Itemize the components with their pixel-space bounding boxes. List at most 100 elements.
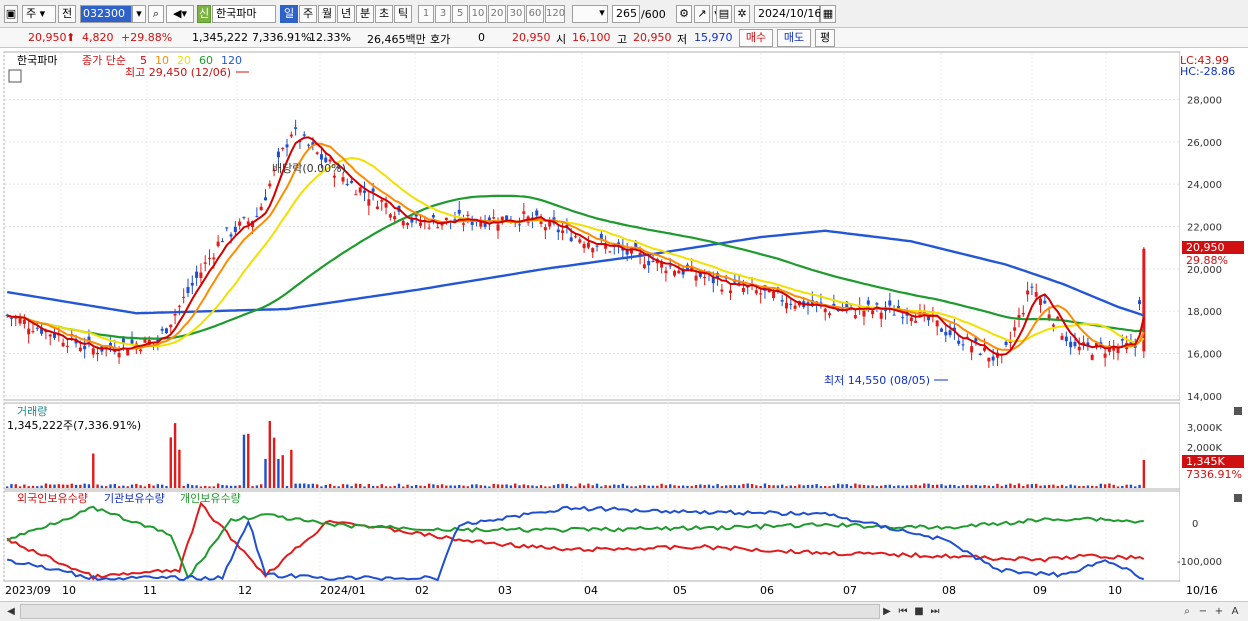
candle-body [255,215,259,217]
sell-button[interactable]: 매도 [777,29,811,47]
period-3[interactable]: 년 [337,5,355,23]
candle-body [9,317,13,319]
save-icon[interactable]: ▤ [716,5,732,23]
interval-dropdown-icon[interactable]: ▾ [596,5,608,23]
volume-bar [31,485,35,488]
period-1[interactable]: 주 [299,5,317,23]
buy-button[interactable]: 매수 [739,29,773,47]
volume-panel-close-icon[interactable] [1234,407,1242,415]
interval-1[interactable]: 1 [418,5,434,23]
candle-body [1026,290,1030,295]
volume-bar [148,483,151,488]
scroll-right-icon[interactable]: ▶ [880,604,894,619]
date-input[interactable]: 2024/10/16 [754,5,821,23]
gear-icon[interactable]: ✲ [734,5,750,23]
volume-bar [720,486,724,488]
table-icon[interactable] [8,69,22,83]
period-5[interactable]: 초 [375,5,393,23]
sound-icon[interactable]: ◀▾ [166,5,194,23]
volume-bar [772,485,775,488]
font-size-icon[interactable]: A [1228,604,1242,619]
chart-settings-icon[interactable]: ⚙ [676,5,692,23]
volume-bar [824,485,827,488]
candle-body [18,318,22,324]
candle-body [212,257,216,260]
min-label: 최저 14,550 (08/05) [824,374,930,387]
volume-bar [66,484,69,488]
volume-bar [514,483,517,488]
count-total: /600 [641,8,666,21]
interval-20[interactable]: 20 [488,5,506,23]
stock-name-field[interactable]: 한국파마 [212,5,276,23]
zoom-out-icon[interactable]: − [1196,604,1210,619]
volume-bar [1125,484,1128,488]
rewind-icon[interactable]: ⏮ [896,604,910,619]
count-input[interactable]: 265 [612,5,640,23]
period-0[interactable]: 일 [280,5,298,23]
volume-bar [983,484,986,488]
volume-bar [225,485,228,488]
scroll-track[interactable] [20,604,880,619]
trade-amount: 26,465백만 [367,33,426,46]
interval-5[interactable]: 5 [452,5,468,23]
volume-bar [5,486,9,488]
volume-bar [703,484,706,488]
interval-30[interactable]: 30 [507,5,525,23]
max-label: 최고 29,450 (12/06) [125,66,231,79]
period-4[interactable]: 분 [356,5,374,23]
volume-bar [475,484,478,488]
candle-body [1051,324,1055,327]
volume-bar [669,484,672,488]
volume-bar [802,485,805,488]
volume-bar [135,483,138,488]
calendar-icon[interactable]: ▦ [820,5,836,23]
scroll-left-icon[interactable]: ◀ [4,604,18,619]
volume-bar [987,485,991,488]
interval-10[interactable]: 10 [469,5,487,23]
interval-60[interactable]: 60 [526,5,544,23]
candle-body [363,190,367,193]
type-select[interactable]: 주 ▾ [22,5,56,23]
forward-icon[interactable]: ⏭ [928,604,942,619]
stock-chart[interactable]: 28,00026,00024,00022,00020,00018,00016,0… [0,48,1248,601]
volume-bar [539,485,543,488]
candle-body [65,345,69,347]
period-2[interactable]: 월 [318,5,336,23]
change-value: 4,820 [82,31,114,44]
zoom-in-icon[interactable]: + [1212,604,1226,619]
holdings-panel-close-icon[interactable] [1234,494,1242,502]
layout-icon[interactable]: ▣ [4,5,18,23]
volume-bar [359,483,362,488]
stock-code-input[interactable]: 032300 [80,5,132,23]
search-icon[interactable]: ⌕ [148,5,164,23]
volume-bar [173,423,177,488]
volume-bar [1095,486,1098,488]
volume-bar [380,484,383,488]
volume-bar [462,485,465,488]
candle-body [970,346,974,353]
candle-body [375,206,379,209]
price-panel[interactable] [3,51,1181,401]
zoom-icon[interactable]: ⌕ [1180,604,1194,619]
scrollbar[interactable]: ◀ ▶ ⏮ ■ ⏭ ⌕ − + A [0,601,1248,621]
interval-3[interactable]: 3 [435,5,451,23]
volume-bar [492,483,495,488]
candle-body [1073,341,1077,347]
volume-bar [449,485,452,488]
volume-bar [96,484,99,488]
period-6[interactable]: 틱 [394,5,412,23]
volume-bar [897,485,900,488]
candle-body [208,257,212,259]
draw-tool-icon[interactable]: ↗ [694,5,710,23]
volume-bar [694,484,698,488]
volume-value-label: 1,345,222주(7,336.91%) [7,419,141,432]
code-dropdown-icon[interactable]: ▾ [132,5,146,23]
interval-120[interactable]: 120 [545,5,565,23]
all-button[interactable]: 전 [58,5,76,23]
volume-bar [707,484,711,488]
volume-bar [733,485,737,488]
eval-button[interactable]: 평 [815,29,835,47]
candle-body [901,317,905,319]
volume-bar [182,486,185,488]
stop-icon[interactable]: ■ [912,604,926,619]
